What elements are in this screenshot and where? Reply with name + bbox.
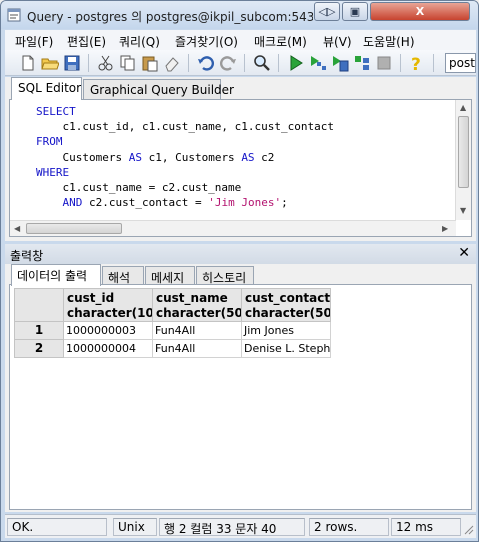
- row-number[interactable]: 1: [14, 322, 64, 340]
- database-select[interactable]: postgres: [445, 53, 476, 73]
- execute-icon[interactable]: [287, 54, 305, 72]
- undo-icon[interactable]: [197, 54, 215, 72]
- output-pane-title: 출력창: [10, 249, 44, 263]
- scrollbar-thumb[interactable]: [458, 116, 469, 188]
- status-execution-time: 12 ms: [391, 518, 461, 536]
- toolbar: ? postgres: [5, 50, 476, 76]
- explain-analyze-icon[interactable]: [353, 54, 371, 72]
- tab-data-output[interactable]: 데이터의 출력: [11, 264, 101, 286]
- find-icon[interactable]: [253, 54, 271, 72]
- window-title: Query - postgres 의 postgres@ikpil_subcom…: [27, 10, 313, 24]
- menu-query[interactable]: 쿼리(Q): [119, 33, 160, 50]
- resize-grip-icon[interactable]: [462, 523, 474, 535]
- toolbar-separator: [400, 54, 401, 72]
- status-cursor-position: 행 2 컬럼 33 문자 40: [159, 518, 305, 536]
- scrollbar-thumb[interactable]: [26, 223, 122, 234]
- column-header[interactable]: cust_id character(10): [64, 288, 153, 322]
- output-pane-header: 출력창 ✕: [5, 244, 476, 264]
- eraser-icon[interactable]: [163, 54, 181, 72]
- menu-edit[interactable]: 편집(E): [67, 33, 106, 50]
- column-type: character(10): [67, 306, 153, 320]
- column-header[interactable]: cust_contact character(50): [242, 288, 331, 322]
- restore-window-button[interactable]: ◁▷: [314, 2, 340, 21]
- tab-messages[interactable]: 메세지: [145, 266, 195, 285]
- column-type: character(50): [156, 306, 242, 320]
- scroll-down-arrow-icon[interactable]: ▼: [460, 206, 466, 215]
- tab-explain[interactable]: 해석: [102, 266, 144, 285]
- column-name: cust_contact: [245, 291, 331, 305]
- status-bar: OK. Unix 행 2 컬럼 33 문자 40 2 rows. 12 ms: [5, 514, 476, 538]
- output-pane: 데이터의 출력 해석 메세지 히스토리 cust_id character(10…: [5, 264, 476, 512]
- toolbar-separator: [278, 54, 279, 72]
- status-row-count: 2 rows.: [309, 518, 389, 536]
- toolbar-separator: [88, 54, 89, 72]
- sql-editor[interactable]: SELECT c1.cust_id, c1.cust_name, c1.cust…: [9, 99, 472, 237]
- row-number[interactable]: 2: [14, 340, 64, 358]
- redo-icon[interactable]: [219, 54, 237, 72]
- table-cell[interactable]: Jim Jones: [242, 322, 331, 340]
- table-cell[interactable]: 1000000003: [64, 322, 153, 340]
- menu-file[interactable]: 파일(F): [15, 33, 53, 50]
- menu-favorites[interactable]: 즐겨찾기(O): [175, 33, 238, 50]
- status-line-ending: Unix: [113, 518, 157, 536]
- toolbar-separator: [188, 54, 189, 72]
- tab-graphical-query-builder[interactable]: Graphical Query Builder: [83, 79, 234, 99]
- paste-icon[interactable]: [141, 54, 159, 72]
- toolbar-separator: [244, 54, 245, 72]
- menu-bar: 파일(F) 편집(E) 쿼리(Q) 즐겨찾기(O) 매크로(M) 뷰(V) 도움…: [5, 30, 476, 50]
- status-state: OK.: [7, 518, 107, 536]
- table-cell[interactable]: Fun4All: [153, 340, 242, 358]
- scroll-left-arrow-icon[interactable]: ◀: [14, 224, 20, 233]
- editor-vertical-scrollbar[interactable]: ▲ ▼: [455, 100, 471, 220]
- close-output-icon[interactable]: ✕: [458, 245, 470, 261]
- cut-icon[interactable]: [97, 54, 115, 72]
- table-cell[interactable]: Denise L. Stephens: [242, 340, 331, 358]
- toolbar-separator: [433, 54, 434, 72]
- grid-corner[interactable]: [14, 288, 64, 322]
- explain-icon[interactable]: [309, 54, 327, 72]
- menu-macros[interactable]: 매크로(M): [254, 33, 307, 50]
- column-name: cust_id: [67, 291, 115, 305]
- stop-icon[interactable]: [375, 54, 393, 72]
- svg-text:?: ?: [411, 55, 421, 72]
- menu-help[interactable]: 도움말(H): [363, 33, 415, 50]
- scroll-up-arrow-icon[interactable]: ▲: [460, 103, 466, 112]
- sql-code[interactable]: SELECT c1.cust_id, c1.cust_name, c1.cust…: [36, 104, 334, 210]
- open-folder-icon[interactable]: [41, 54, 59, 72]
- close-window-button[interactable]: X: [370, 2, 470, 21]
- table-cell[interactable]: 1000000004: [64, 340, 153, 358]
- query-app-icon: [7, 8, 21, 22]
- menu-view[interactable]: 뷰(V): [323, 33, 352, 50]
- tab-history[interactable]: 히스토리: [196, 266, 254, 285]
- save-icon[interactable]: [63, 54, 81, 72]
- query-window: Query - postgres 의 postgres@ikpil_subcom…: [0, 0, 479, 542]
- column-header[interactable]: cust_name character(50): [153, 288, 242, 322]
- sql-editor-panel: SQL Editor Graphical Query Builder SELEC…: [5, 77, 476, 241]
- editor-horizontal-scrollbar[interactable]: ◀ ▶: [10, 220, 456, 236]
- column-name: cust_name: [156, 291, 228, 305]
- execute-to-file-icon[interactable]: [331, 54, 349, 72]
- title-bar[interactable]: Query - postgres 의 postgres@ikpil_subcom…: [1, 1, 478, 29]
- new-file-icon[interactable]: [19, 54, 37, 72]
- tab-sql-editor[interactable]: SQL Editor: [11, 77, 82, 100]
- column-type: character(50): [245, 306, 331, 320]
- table-cell[interactable]: Fun4All: [153, 322, 242, 340]
- help-icon[interactable]: ?: [407, 54, 425, 72]
- maximize-window-button[interactable]: ▣: [342, 2, 368, 21]
- scroll-right-arrow-icon[interactable]: ▶: [442, 224, 448, 233]
- data-output-grid[interactable]: cust_id character(10) cust_name characte…: [9, 284, 472, 510]
- copy-icon[interactable]: [119, 54, 137, 72]
